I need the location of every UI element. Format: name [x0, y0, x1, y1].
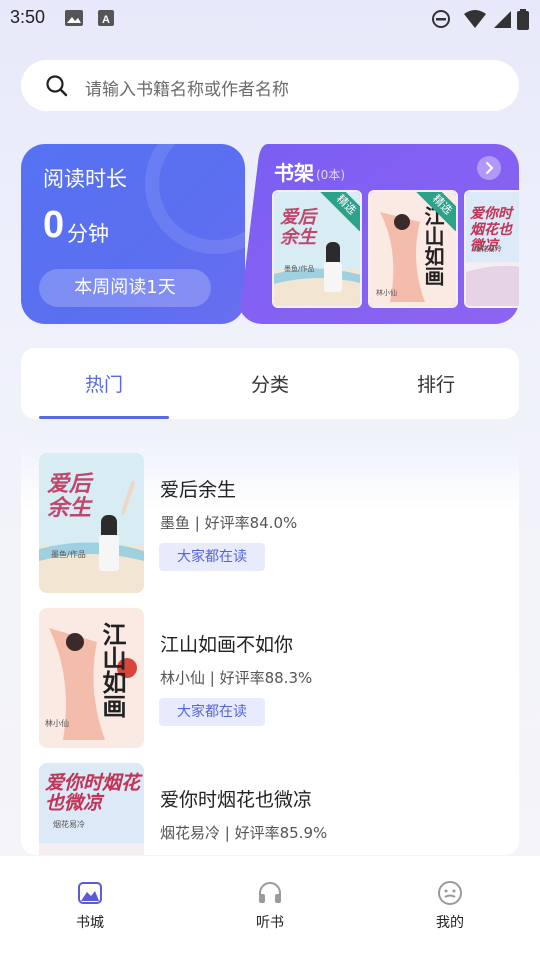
book-list-item[interactable]: 江山如画 林小仙 江山如画不如你 林小仙 | 好评率88.3% 大家都在读 — [21, 590, 519, 748]
shelf-book-cover[interactable]: 爱你时烟花也微凉 烟花易冷 — [464, 190, 519, 308]
reading-time-unit: 分钟 — [67, 222, 109, 246]
book-title[interactable]: 爱你时烟花也微凉 — [160, 785, 312, 812]
search-placeholder: 请输入书籍名称或作者名称 — [85, 80, 289, 100]
book-meta: 墨鱼 | 好评率84.0% — [160, 514, 298, 532]
book-title[interactable]: 爱后余生 — [160, 475, 236, 502]
weekly-reading-button[interactable]: 本周阅读1天 — [39, 269, 211, 307]
book-list-item[interactable]: 爱后余生 墨鱼/作品 爱后余生 墨鱼 | 好评率84.0% 大家都在读 — [21, 435, 519, 593]
book-list: 爱后余生 墨鱼/作品 爱后余生 墨鱼 | 好评率84.0% 大家都在读 江山如画… — [21, 435, 519, 855]
shelf-book-cover-text: 江山如画 — [421, 206, 445, 286]
bottom-navigation: 书城 听书 我的 — [0, 856, 540, 960]
tab-hot[interactable]: 热门 — [85, 370, 123, 397]
bookstore-icon — [78, 882, 102, 904]
active-tab-indicator — [39, 416, 169, 419]
shelf-book-cover-text: 爱后余生 — [280, 207, 316, 248]
bookshelf-card[interactable]: 书架 (0本) 爱后余生 墨鱼/作品 精选 江山如画 林小仙 精选 爱你时烟花也… — [238, 144, 519, 324]
book-cover-author: 林小仙 — [45, 719, 69, 728]
wifi-icon — [464, 10, 486, 28]
nav-audiobook-label: 听书 — [256, 915, 284, 931]
nav-profile-label: 我的 — [436, 915, 464, 931]
book-tag: 大家都在读 — [159, 698, 265, 726]
reading-time-title: 阅读时长 — [43, 167, 127, 191]
search-icon — [46, 75, 68, 97]
book-meta: 烟花易冷 | 好评率85.9% — [160, 824, 328, 842]
book-cover[interactable]: 爱后余生 墨鱼/作品 — [39, 453, 144, 593]
book-cover-text: 爱你时烟花也微凉 — [45, 772, 141, 814]
book-cover-text: 江山如画 — [98, 622, 126, 718]
book-meta: 林小仙 | 好评率88.3% — [160, 669, 313, 687]
book-cover-text: 爱后余生 — [47, 472, 92, 521]
battery-icon — [517, 9, 529, 30]
book-tag: 大家都在读 — [159, 543, 265, 571]
reading-time-value: 0 — [43, 204, 65, 246]
image-icon — [65, 10, 83, 26]
status-bar: 3:50 A — [0, 0, 540, 36]
nav-audiobook[interactable]: 听书 — [230, 880, 310, 932]
book-cover-author: 烟花易冷 — [53, 820, 85, 829]
tab-ranking[interactable]: 排行 — [417, 370, 455, 397]
category-tabs: 热门 分类 排行 — [21, 348, 519, 419]
profile-icon — [438, 881, 462, 905]
signal-icon — [494, 11, 511, 28]
book-cover[interactable]: 爱你时烟花也微凉 烟花易冷 — [39, 763, 144, 855]
chevron-right-icon[interactable] — [477, 156, 501, 180]
reading-time-card[interactable]: 阅读时长 0 分钟 本周阅读1天 — [21, 144, 245, 324]
book-title[interactable]: 江山如画不如你 — [160, 630, 293, 657]
status-time: 3:50 — [10, 7, 46, 27]
shelf-book-cover[interactable]: 爱后余生 墨鱼/作品 精选 — [272, 190, 362, 308]
decoration-ring — [145, 144, 245, 254]
tab-category[interactable]: 分类 — [251, 370, 289, 397]
shelf-book-cover-author: 墨鱼/作品 — [284, 265, 315, 273]
svg-text:A: A — [102, 14, 110, 26]
book-cover-author: 墨鱼/作品 — [51, 550, 86, 559]
text-icon: A — [98, 10, 114, 26]
bookshelf-count: (0本) — [316, 168, 345, 182]
book-list-item[interactable]: 爱你时烟花也微凉 烟花易冷 爱你时烟花也微凉 烟花易冷 | 好评率85.9% — [21, 745, 519, 855]
bookshelf-title: 书架 — [274, 161, 314, 185]
shelf-book-cover-author: 林小仙 — [376, 289, 397, 297]
dnd-icon — [432, 10, 450, 28]
nav-profile[interactable]: 我的 — [410, 880, 490, 932]
nav-bookstore-label: 书城 — [76, 915, 104, 931]
headphones-icon — [259, 882, 281, 903]
shelf-book-cover[interactable]: 江山如画 林小仙 精选 — [368, 190, 458, 308]
search-bar[interactable]: 请输入书籍名称或作者名称 — [21, 60, 519, 111]
shelf-book-cover-author: 烟花易冷 — [474, 245, 502, 253]
book-cover[interactable]: 江山如画 林小仙 — [39, 608, 144, 748]
nav-bookstore[interactable]: 书城 — [50, 880, 130, 932]
